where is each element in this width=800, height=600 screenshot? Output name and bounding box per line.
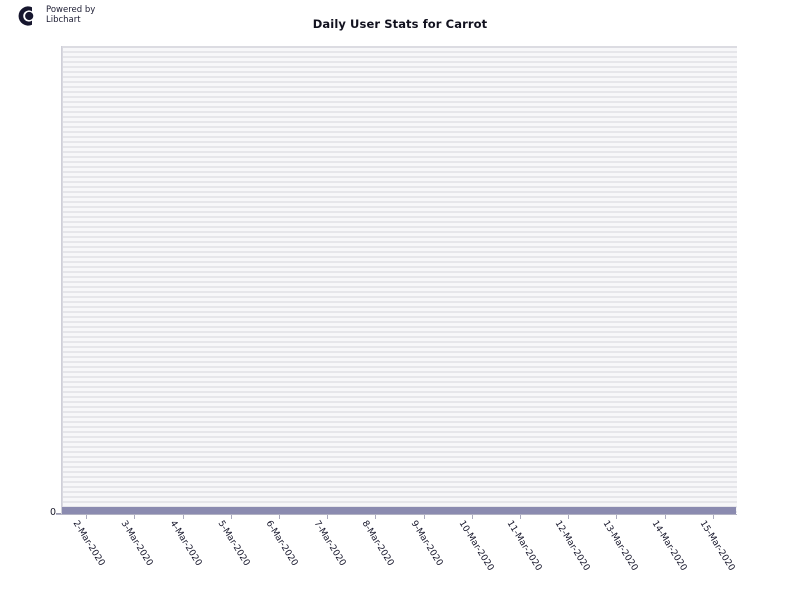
chart-title: Daily User Stats for Carrot: [312, 17, 488, 31]
x-tick-label: 3-Mar-2020: [118, 519, 155, 569]
x-tick-label: 8-Mar-2020: [359, 519, 396, 569]
y-axis-labels: 0: [34, 0, 56, 600]
plot-left-border: [62, 46, 63, 513]
y-axis-line: [61, 46, 62, 514]
x-tick-label: 10-Mar-2020: [456, 519, 496, 573]
plot-gridlines: [62, 46, 737, 513]
x-tick-label: 13-Mar-2020: [600, 519, 640, 573]
x-axis-labels: 2-Mar-2020 3-Mar-2020 4-Mar-2020 5-Mar-2020…: [62, 519, 737, 599]
bar-series: [62, 507, 736, 514]
x-tick-label: 9-Mar-2020: [408, 519, 444, 569]
x-tick-label: 7-Mar-2020: [311, 519, 348, 569]
x-tick-label: 14-Mar-2020: [649, 519, 689, 573]
y-tick-mark: [56, 513, 61, 514]
x-tick-label: 11-Mar-2020: [504, 519, 544, 573]
x-tick-label: 4-Mar-2020: [167, 519, 203, 569]
x-tick-label: 12-Mar-2020: [552, 519, 592, 573]
x-tick-label: 15-Mar-2020: [697, 519, 737, 573]
plot-area: [62, 46, 737, 513]
x-tick-label: 2-Mar-2020: [70, 519, 107, 569]
plot-top-border: [62, 46, 737, 48]
x-tick-label: 5-Mar-2020: [215, 519, 252, 569]
x-tick-label: 6-Mar-2020: [263, 519, 300, 569]
